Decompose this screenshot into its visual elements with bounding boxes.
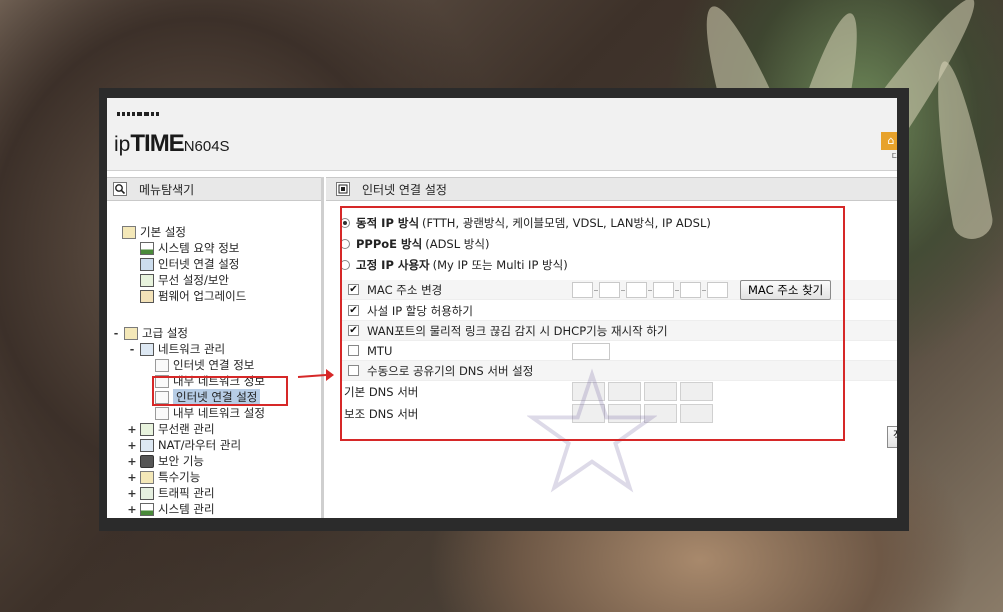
router-icon — [140, 438, 154, 452]
brand-ip: ip — [114, 133, 131, 156]
expand-icon[interactable]: + — [127, 487, 137, 500]
tree-advanced-settings[interactable]: - 고급 설정 — [111, 325, 188, 341]
network-icon — [140, 342, 154, 356]
tree-item-lan-setup[interactable]: 내부 네트워크 설정 — [155, 405, 265, 421]
chart-icon — [140, 241, 154, 255]
tree-item-internet-setup[interactable]: 인터넷 연결 설정 — [140, 256, 239, 272]
expand-icon[interactable]: + — [127, 471, 137, 484]
header-shortcut-icon[interactable]: ⌂ — [881, 132, 897, 150]
tree-security[interactable]: + 보안 기능 — [127, 453, 204, 469]
expand-icon[interactable]: + — [127, 503, 137, 516]
page-icon — [155, 358, 169, 372]
tree-label: 특수기능 — [158, 470, 201, 484]
tree-basic-settings[interactable]: 기본 설정 — [122, 224, 186, 240]
menu-explorer: 메뉴탐색기 기본 설정 시스템 요약 정보 인터넷 연결 설정 무선 설정/보안… — [107, 177, 324, 518]
highlight-box-settings — [340, 206, 845, 441]
lock-icon — [140, 454, 154, 468]
page-title: 인터넷 연결 설정 — [362, 182, 447, 197]
tree-item-system-summary[interactable]: 시스템 요약 정보 — [140, 240, 239, 256]
tree-item-firmware-upgrade[interactable]: 펌웨어 업그레이드 — [140, 288, 246, 304]
tree-label: 인터넷 연결 정보 — [173, 358, 255, 372]
tree-traffic-management[interactable]: + 트래픽 관리 — [127, 485, 215, 501]
tree-label: 시스템 요약 정보 — [158, 241, 240, 255]
brand-dots-logo — [117, 112, 159, 122]
expand-icon[interactable]: + — [127, 439, 137, 452]
tree-wireless-management[interactable]: + 무선랜 관리 — [127, 421, 215, 437]
tree-label: 트래픽 관리 — [158, 486, 215, 500]
tree-nat-router[interactable]: + NAT/라우터 관리 — [127, 437, 241, 453]
search-icon — [113, 182, 127, 196]
expand-icon[interactable]: + — [127, 423, 137, 436]
tree-item-internet-info[interactable]: 인터넷 연결 정보 — [155, 357, 254, 373]
firmware-icon — [140, 289, 154, 303]
header-shortcut-label: 디 — [891, 152, 897, 161]
menu-explorer-header: 메뉴탐색기 — [107, 177, 321, 201]
highlight-box-menu — [152, 376, 288, 406]
tree-label: 고급 설정 — [142, 326, 188, 340]
expand-icon[interactable]: + — [127, 455, 137, 468]
tree-label: 내부 네트워크 설정 — [173, 406, 265, 420]
special-icon — [140, 470, 154, 484]
tree-label: NAT/라우터 관리 — [158, 438, 242, 452]
system-icon — [140, 502, 154, 516]
monitor-icon — [140, 257, 154, 271]
collapse-icon[interactable]: - — [111, 327, 121, 340]
arrow-right-icon — [297, 369, 334, 381]
tree-special-features[interactable]: + 특수기능 — [127, 469, 200, 485]
tree-item-wireless-setup[interactable]: 무선 설정/보안 — [140, 272, 229, 288]
tree-system-management[interactable]: + 시스템 관리 — [127, 501, 215, 517]
wifi-icon — [140, 273, 154, 287]
app-header: ipTIMEN604S ⌂ 디 — [107, 98, 897, 171]
page-icon — [155, 406, 169, 420]
tree-label: 펌웨어 업그레이드 — [158, 289, 247, 303]
wifi-icon — [140, 422, 154, 436]
tree-label: 무선랜 관리 — [158, 422, 215, 436]
folder-settings-icon — [122, 225, 136, 239]
brand-time: TIME — [130, 130, 184, 157]
folder-settings-icon — [124, 326, 138, 340]
brand-model: N604S — [183, 138, 230, 155]
tree-label: 기본 설정 — [140, 225, 186, 239]
main-panel-header: 인터넷 연결 설정 — [326, 177, 897, 201]
tree-label: 네트워크 관리 — [158, 342, 226, 356]
tree-label: 무선 설정/보안 — [158, 273, 230, 287]
window-icon — [336, 182, 350, 196]
tree-label: 인터넷 연결 설정 — [158, 257, 240, 271]
tree-network-management[interactable]: - 네트워크 관리 — [127, 341, 225, 357]
tree-label: 시스템 관리 — [158, 502, 215, 516]
brand-logo: ipTIMEN604S — [114, 130, 230, 158]
tree-label: 보안 기능 — [158, 454, 204, 468]
apply-button[interactable]: 적 — [887, 426, 897, 448]
collapse-icon[interactable]: - — [127, 343, 137, 356]
menu-explorer-title: 메뉴탐색기 — [139, 182, 195, 197]
traffic-icon — [140, 486, 154, 500]
